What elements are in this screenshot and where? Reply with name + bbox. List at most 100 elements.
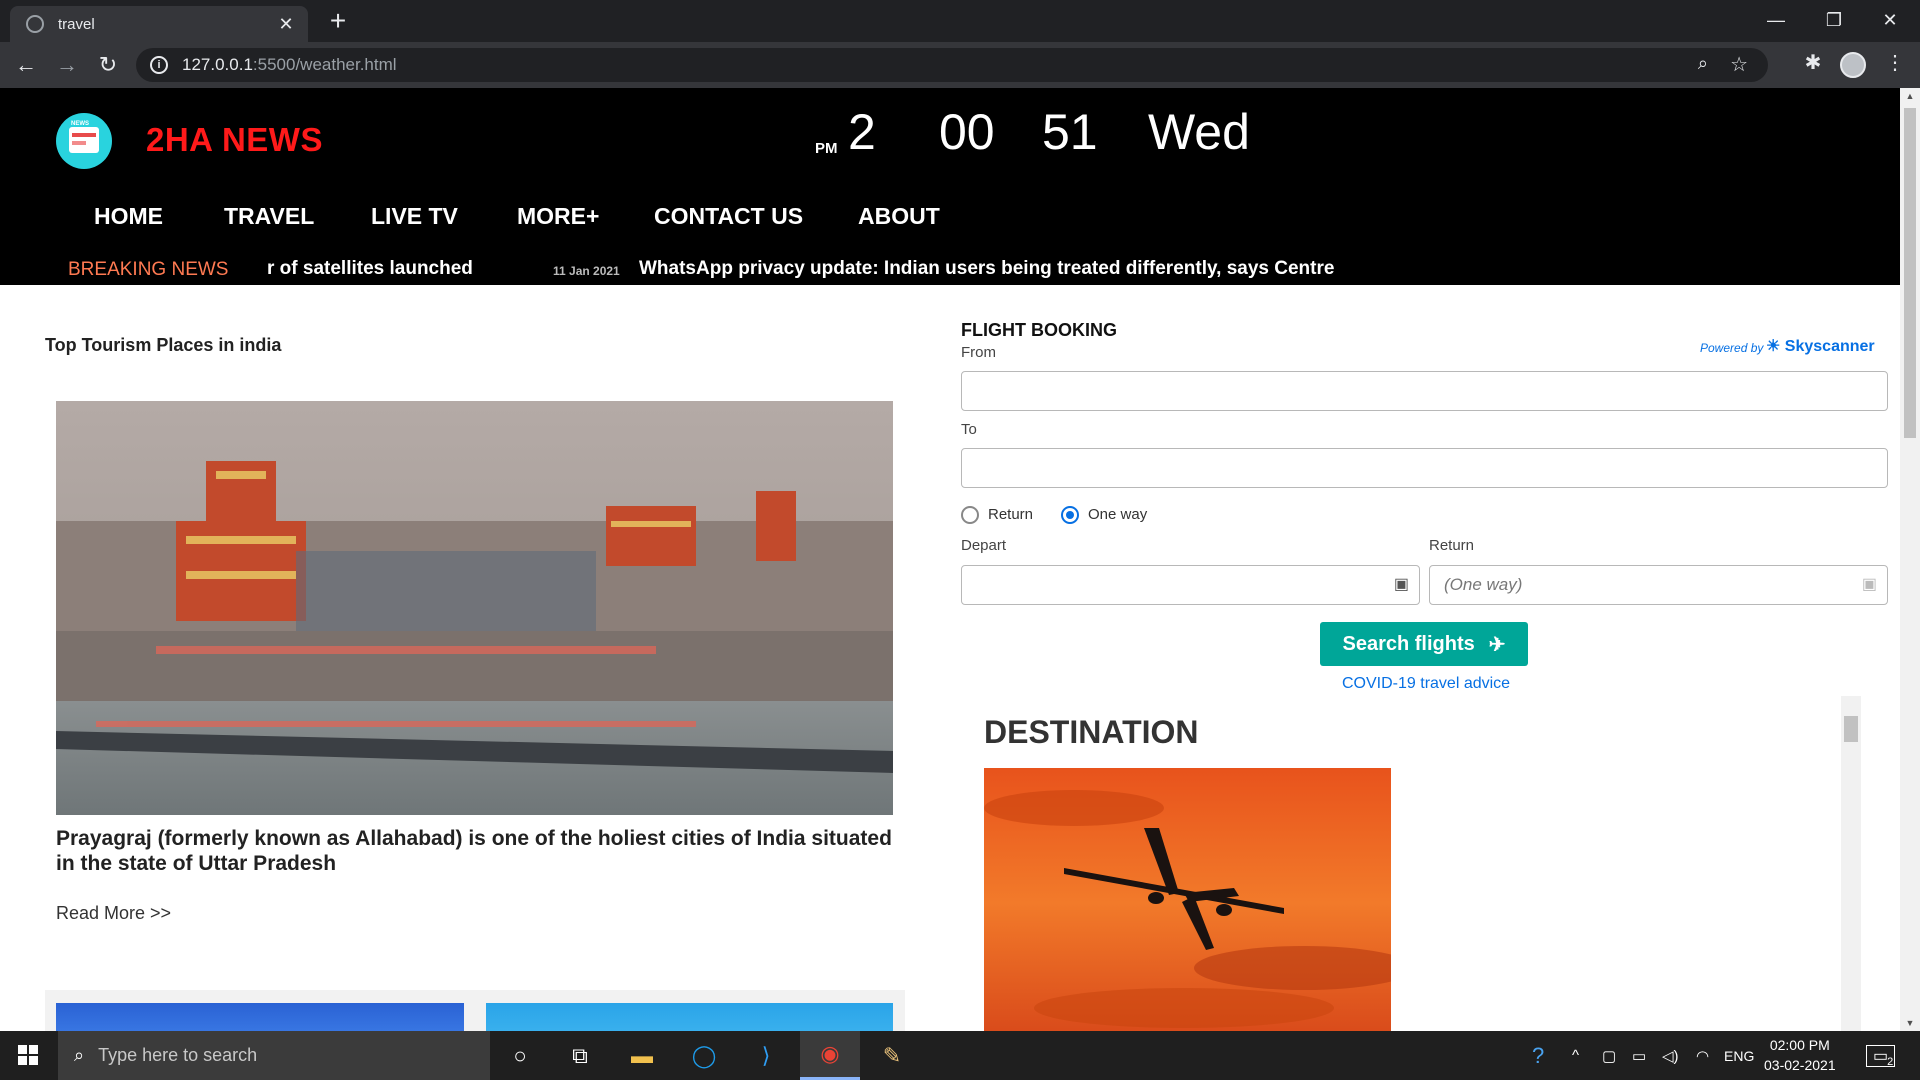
destination-scrollbar[interactable] — [1841, 696, 1861, 1031]
scroll-thumb[interactable] — [1904, 108, 1916, 438]
volume-icon[interactable]: ◁) — [1662, 1031, 1679, 1080]
address-bar[interactable]: i 127.0.0.1:5500/weather.html ⌕ ☆ — [136, 48, 1768, 82]
nav-travel[interactable]: TRAVEL — [224, 203, 314, 230]
scroll-down-arrow[interactable]: ▼ — [1900, 1015, 1920, 1031]
url-path: :5500/weather.html — [252, 55, 397, 74]
task-view-icon[interactable]: ⧉ — [550, 1031, 610, 1080]
reload-button[interactable]: ↻ — [92, 50, 124, 82]
depart-label: Depart — [961, 537, 1007, 554]
language-indicator[interactable]: ENG — [1724, 1031, 1754, 1080]
site-info-icon[interactable]: i — [150, 56, 168, 74]
tab-title: travel — [58, 15, 95, 33]
file-explorer-icon[interactable]: ▬ — [612, 1031, 672, 1080]
forward-button[interactable]: → — [51, 50, 83, 82]
news-logo-icon[interactable]: NEWS — [56, 113, 112, 169]
clock-hour: 2 — [848, 104, 876, 160]
url-host: 127.0.0.1 — [182, 55, 253, 74]
flight-booking-title: FLIGHT BOOKING — [961, 320, 1117, 340]
from-input[interactable] — [961, 371, 1888, 411]
battery-icon[interactable]: ▭ — [1632, 1031, 1646, 1080]
extensions-icon[interactable]: ✱ — [1798, 50, 1828, 75]
notifications-icon[interactable]: ▭ 2 — [1866, 1031, 1896, 1080]
one-way-radio[interactable] — [1061, 506, 1079, 524]
new-tab-button[interactable]: + — [322, 6, 354, 38]
vscode-icon[interactable]: ⟩ — [736, 1031, 796, 1080]
minimize-button[interactable]: — — [1748, 0, 1804, 42]
browser-tab[interactable]: travel ✕ — [10, 6, 308, 42]
cortana-icon[interactable]: ○ — [490, 1031, 550, 1080]
close-tab-icon[interactable]: ✕ — [274, 14, 298, 35]
site-header: NEWS 2HA NEWS PM 2 00 51 Wed HOME TRAVEL… — [0, 88, 1900, 285]
close-window-button[interactable]: ✕ — [1862, 0, 1918, 42]
return-label: Return — [1429, 537, 1475, 554]
page-viewport: NEWS 2HA NEWS PM 2 00 51 Wed HOME TRAVEL… — [0, 88, 1900, 1031]
to-input[interactable] — [961, 448, 1888, 488]
covid-advice-link[interactable]: COVID-19 travel advice — [1342, 675, 1510, 693]
section-title: Top Tourism Places in india — [45, 335, 282, 355]
return-radio-label[interactable]: Return — [988, 506, 1033, 523]
ticker-date: 11 Jan 2021 — [553, 264, 620, 278]
scroll-up-arrow[interactable]: ▲ — [1900, 88, 1920, 104]
site-brand[interactable]: 2HA NEWS — [146, 121, 323, 159]
page-scrollbar[interactable]: ▲ ▼ — [1900, 88, 1920, 1031]
taskbar-search[interactable]: ⌕ Type here to search — [58, 1031, 490, 1080]
nav-home[interactable]: HOME — [94, 203, 163, 230]
clock-minute: 00 — [939, 104, 995, 160]
nav-about[interactable]: ABOUT — [858, 203, 940, 230]
ticker-item[interactable]: WhatsApp privacy update: Indian users be… — [639, 258, 1334, 280]
clock-second: 51 — [1042, 104, 1098, 160]
depart-date-input[interactable]: ▣ — [961, 565, 1420, 605]
chrome-icon[interactable]: ◉ — [800, 1031, 860, 1080]
windows-taskbar: ⌕ Type here to search ○ ⧉ ▬ ◯ ⟩ ◉ ✎ ? ^ … — [0, 1031, 1920, 1080]
calendar-icon[interactable]: ▣ — [1862, 566, 1877, 604]
browser-tab-bar: travel ✕ + — ❐ ✕ — [0, 0, 1920, 42]
destination-frame: DESTINATION — [961, 696, 1861, 1031]
from-label: From — [961, 344, 996, 361]
taskbar-search-placeholder: Type here to search — [98, 1045, 258, 1065]
meet-now-icon[interactable]: ▢ — [1602, 1031, 1616, 1080]
breaking-news-label: BREAKING NEWS — [68, 259, 229, 280]
nav-live-tv[interactable]: LIVE TV — [371, 203, 458, 230]
bookmark-star-icon[interactable]: ☆ — [1730, 52, 1748, 77]
restore-button[interactable]: ❐ — [1806, 0, 1862, 42]
hero-caption: Prayagraj (formerly known as Allahabad) … — [56, 827, 892, 875]
read-more-link[interactable]: Read More >> — [56, 903, 171, 924]
plane-icon: ✈ — [1488, 633, 1506, 656]
taskbar-date: 03-02-2021 — [1764, 1057, 1836, 1073]
search-flights-button[interactable]: Search flights ✈ — [1320, 622, 1528, 666]
back-button[interactable]: ← — [10, 50, 42, 82]
return-date-placeholder: (One way) — [1444, 575, 1523, 594]
wifi-icon[interactable]: ◠ — [1696, 1031, 1709, 1080]
airplane-sunset-photo — [984, 768, 1391, 1031]
ticker-item[interactable]: r of satellites launched — [267, 258, 473, 280]
prayagraj-photo — [56, 401, 893, 815]
return-date-input[interactable]: (One way) ▣ — [1429, 565, 1888, 605]
nav-more[interactable]: MORE+ — [517, 203, 599, 230]
help-icon[interactable]: ? — [1532, 1031, 1544, 1080]
skyscanner-logo[interactable]: ☀ Skyscanner — [1766, 336, 1875, 356]
browser-menu-icon[interactable]: ⋮ — [1880, 50, 1910, 75]
windows-start-icon[interactable] — [18, 1045, 38, 1065]
news-ticker: r of satellites launched 11 Jan 2021 Wha… — [267, 258, 1567, 284]
nav-contact-us[interactable]: CONTACT US — [654, 203, 803, 230]
zoom-icon[interactable]: ⌕ — [1698, 53, 1708, 74]
show-hidden-icons[interactable]: ^ — [1572, 1031, 1579, 1080]
tourism-card-image[interactable] — [486, 1003, 893, 1031]
powered-by-label: Powered by — [1700, 341, 1764, 355]
clock-ampm: PM — [815, 140, 838, 157]
profile-avatar[interactable] — [1840, 52, 1866, 78]
tourism-card-image[interactable] — [56, 1003, 464, 1031]
taskbar-clock[interactable]: 02:00 PM 03-02-2021 — [1764, 1035, 1836, 1075]
calendar-icon[interactable]: ▣ — [1394, 566, 1409, 604]
alexa-icon[interactable]: ◯ — [674, 1031, 734, 1080]
scroll-thumb[interactable] — [1844, 716, 1858, 742]
skyscanner-name: Skyscanner — [1784, 338, 1875, 355]
notification-count: 2 — [1887, 1055, 1894, 1068]
search-icon: ⌕ — [74, 1045, 85, 1065]
return-radio[interactable] — [961, 506, 979, 524]
destination-title: DESTINATION — [984, 714, 1199, 750]
paint-icon[interactable]: ✎ — [862, 1031, 922, 1080]
browser-toolbar: ← → ↻ i 127.0.0.1:5500/weather.html ⌕ ☆ — [0, 42, 1920, 88]
search-flights-label: Search flights — [1342, 632, 1475, 655]
one-way-radio-label[interactable]: One way — [1088, 506, 1147, 523]
